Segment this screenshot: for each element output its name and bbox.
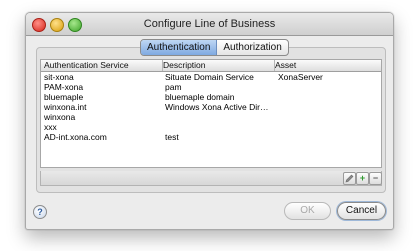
cell-service: winxona.int bbox=[44, 102, 87, 112]
cell-description: Situate Domain Service bbox=[165, 72, 254, 82]
cell-service: winxona bbox=[44, 112, 76, 122]
tab-content-panel: Authentication Service Description Asset… bbox=[36, 47, 386, 193]
cell-service: xxx bbox=[44, 122, 57, 132]
cell-description: test bbox=[165, 132, 179, 142]
tab-authentication[interactable]: Authentication bbox=[141, 40, 218, 55]
table-row[interactable]: winxona.int Windows Xona Active Dir… bbox=[41, 102, 381, 112]
table-toolbar: + − bbox=[40, 171, 382, 186]
pencil-icon bbox=[345, 174, 354, 183]
title-bar[interactable]: Configure Line of Business bbox=[26, 13, 393, 36]
cell-asset: XonaServer bbox=[278, 72, 323, 82]
cell-service: bluemaple bbox=[44, 92, 84, 102]
cell-description: Windows Xona Active Dir… bbox=[165, 102, 269, 112]
question-icon: ? bbox=[37, 207, 43, 217]
edit-button[interactable] bbox=[343, 172, 356, 185]
ok-button[interactable]: OK bbox=[284, 202, 331, 220]
auth-services-table: Authentication Service Description Asset… bbox=[40, 59, 382, 168]
remove-button[interactable]: − bbox=[369, 172, 382, 185]
column-header-description[interactable]: Description bbox=[160, 60, 275, 71]
table-row[interactable]: winxona bbox=[41, 112, 381, 122]
dialog-window: Configure Line of Business Authenticatio… bbox=[25, 12, 394, 230]
add-button[interactable]: + bbox=[356, 172, 369, 185]
column-header-service[interactable]: Authentication Service bbox=[41, 60, 163, 71]
table-row[interactable]: PAM-xona pam bbox=[41, 82, 381, 92]
segmented-tabs: Authentication Authorization bbox=[140, 39, 289, 56]
cell-service: PAM-xona bbox=[44, 82, 84, 92]
table-row[interactable]: xxx bbox=[41, 122, 381, 132]
table-row[interactable]: sit-xona Situate Domain Service XonaServ… bbox=[41, 72, 381, 82]
cell-description: bluemaple domain bbox=[165, 92, 235, 102]
table-row[interactable]: AD-int.xona.com test bbox=[41, 132, 381, 142]
tab-authorization[interactable]: Authorization bbox=[217, 40, 287, 55]
table-row[interactable]: bluemaple bluemaple domain bbox=[41, 92, 381, 102]
cancel-button[interactable]: Cancel bbox=[337, 202, 386, 220]
help-button[interactable]: ? bbox=[33, 205, 47, 219]
column-header-asset[interactable]: Asset bbox=[272, 60, 381, 71]
plus-icon: + bbox=[359, 173, 366, 183]
table-header: Authentication Service Description Asset bbox=[41, 60, 381, 72]
minus-icon: − bbox=[372, 173, 379, 183]
table-body: sit-xona Situate Domain Service XonaServ… bbox=[41, 72, 381, 167]
window-title: Configure Line of Business bbox=[143, 18, 276, 30]
cell-service: sit-xona bbox=[44, 72, 74, 82]
cell-description: pam bbox=[165, 82, 182, 92]
cell-service: AD-int.xona.com bbox=[44, 132, 107, 142]
